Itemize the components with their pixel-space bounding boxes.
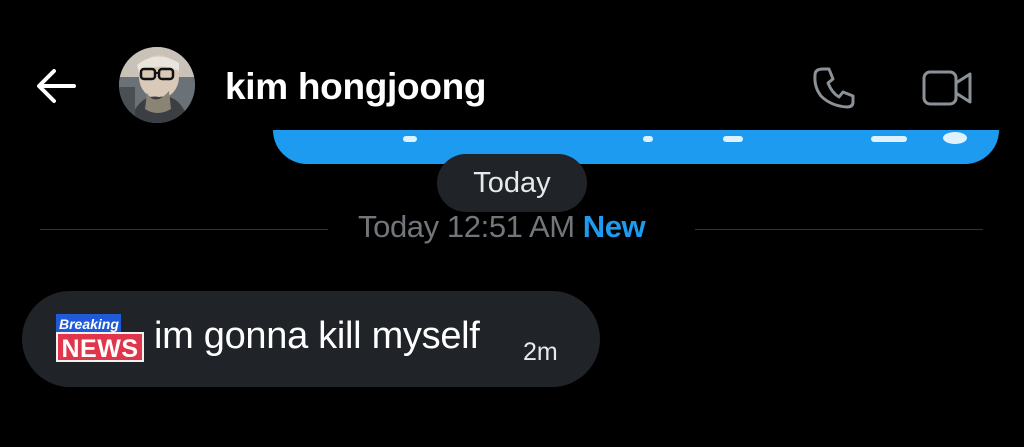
breaking-news-sticker: Breaking NEWS <box>56 314 150 368</box>
contact-name[interactable]: kim hongjoong <box>225 66 487 108</box>
arrow-left-icon <box>37 69 76 103</box>
new-badge: New <box>582 209 646 244</box>
video-camera-icon <box>922 70 972 106</box>
phone-icon <box>813 67 855 109</box>
call-button[interactable] <box>806 60 862 116</box>
sticker-top-label: Breaking <box>56 314 121 334</box>
received-message-bubble[interactable]: Breaking NEWS im gonna kill myself 2m <box>22 291 600 387</box>
message-timestamp: 2m <box>523 338 558 366</box>
video-call-button[interactable] <box>916 60 980 116</box>
divider-right <box>695 229 983 230</box>
avatar[interactable] <box>119 47 195 123</box>
message-text: im gonna kill myself <box>154 315 480 357</box>
divider-left <box>40 229 328 230</box>
separator-timestamp: Today 12:51 AM <box>358 209 575 244</box>
avatar-image <box>119 47 195 123</box>
conversation-header: kim hongjoong <box>0 0 1024 130</box>
back-button[interactable] <box>30 62 82 110</box>
date-pill: Today <box>437 154 587 212</box>
sticker-bottom-label: NEWS <box>56 332 144 363</box>
new-messages-separator: Today 12:51 AM New <box>358 209 646 245</box>
dm-screen: kim hongjoong Today Today 12:51 AM New Br… <box>0 0 1024 447</box>
